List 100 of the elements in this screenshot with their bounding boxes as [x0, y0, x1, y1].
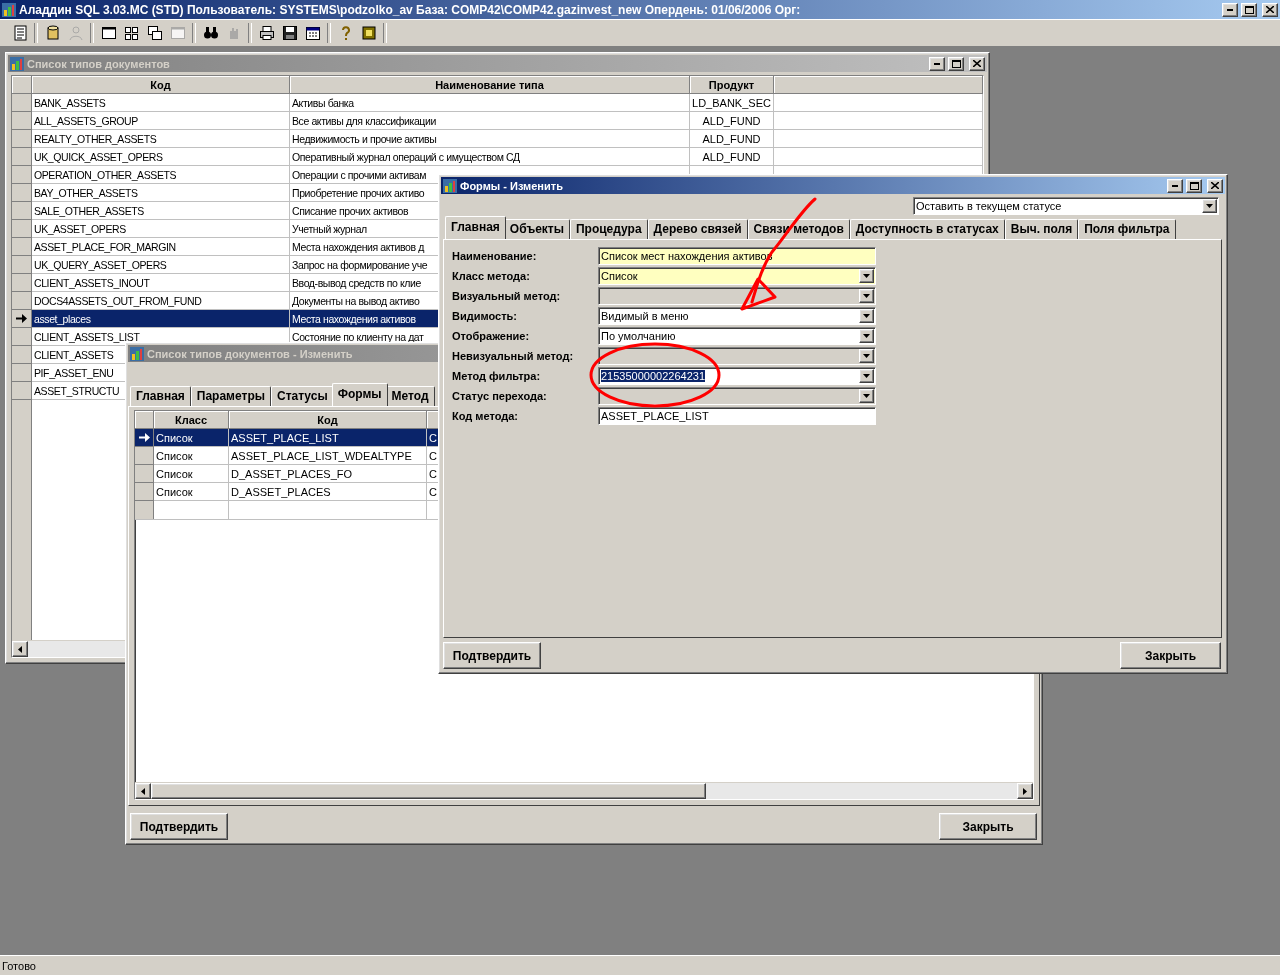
- minimize-button[interactable]: [929, 56, 945, 71]
- maximize-icon: [1189, 181, 1199, 190]
- app-icon: [443, 178, 457, 193]
- tab[interactable]: Дерево связей: [647, 219, 748, 239]
- close-button[interactable]: [969, 56, 985, 71]
- column-header[interactable]: Продукт: [690, 76, 774, 94]
- table-cell[interactable]: Список: [154, 465, 229, 483]
- table-cell[interactable]: BAY_OTHER_ASSETS: [32, 184, 290, 202]
- tab[interactable]: Параметры: [190, 386, 271, 406]
- exit-door-icon: [360, 25, 377, 41]
- window-icon: [169, 25, 186, 41]
- text-field[interactable]: ASSET_PLACE_LIST: [598, 407, 876, 425]
- dropdown-button[interactable]: [859, 329, 874, 343]
- caret-icon: [863, 274, 870, 278]
- dropdown-field[interactable]: Видимый в меню: [598, 307, 876, 325]
- table-cell: Оперативный журнал операций с имуществом СД: [290, 148, 690, 166]
- dropdown-button[interactable]: [1202, 199, 1217, 213]
- field-value: Видимый в меню: [601, 310, 689, 322]
- tab[interactable]: Связи методов: [747, 219, 850, 239]
- tab[interactable]: Процедура: [569, 219, 648, 239]
- tab[interactable]: Метод: [385, 386, 435, 406]
- field-label: Статус перехода:: [452, 390, 548, 402]
- dropdown-button[interactable]: [859, 269, 874, 283]
- table-cell[interactable]: ASSET_PLACE_FOR_MARGIN: [32, 238, 290, 256]
- tab[interactable]: Объекты: [503, 219, 570, 239]
- close-button[interactable]: [1262, 2, 1278, 17]
- close-dialog-button[interactable]: Закрыть: [939, 813, 1037, 840]
- table-cell[interactable]: REALTY_OTHER_ASSETS: [32, 130, 290, 148]
- table-cell: ALD_FUND: [690, 130, 774, 148]
- table-cell: Все активы для классификации: [290, 112, 690, 130]
- close-icon: [1211, 182, 1219, 189]
- table-cell[interactable]: SALE_OTHER_ASSETS: [32, 202, 290, 220]
- scroll-left-button[interactable]: [12, 641, 28, 657]
- scroll-left-button[interactable]: [135, 783, 151, 799]
- horizontal-scrollbar[interactable]: [135, 782, 1033, 799]
- table-cell[interactable]: Список: [154, 429, 229, 447]
- close-button[interactable]: [1207, 178, 1223, 193]
- table-cell: ASSET_PLACE_LIST_WDEALTYPE: [229, 447, 427, 465]
- maximize-button[interactable]: [948, 56, 964, 71]
- tab[interactable]: Главная: [445, 216, 506, 239]
- table-cell[interactable]: ALL_ASSETS_GROUP: [32, 112, 290, 130]
- field-label: Отображение:: [452, 330, 531, 342]
- left-arrow-icon: [18, 645, 22, 653]
- maximize-button[interactable]: [1241, 2, 1257, 17]
- field-label: Невизуальный метод:: [452, 350, 575, 362]
- tab[interactable]: Выч. поля: [1004, 219, 1079, 239]
- caret-icon: [863, 334, 870, 338]
- column-header[interactable]: Наименование типа: [290, 76, 690, 94]
- table-cell[interactable]: asset_places: [32, 310, 290, 328]
- column-header[interactable]: Код: [32, 76, 290, 94]
- arrow-right-icon: [16, 314, 27, 323]
- column-header[interactable]: Код: [229, 411, 427, 429]
- table-cell[interactable]: Список: [154, 447, 229, 465]
- tile-windows-icon: [123, 25, 140, 41]
- scroll-right-button[interactable]: [1017, 783, 1033, 799]
- table-cell[interactable]: Список: [154, 483, 229, 501]
- dropdown-button[interactable]: [859, 369, 874, 383]
- minimize-icon: [1172, 184, 1178, 187]
- table-cell: D_ASSET_PLACES: [229, 483, 427, 501]
- table-cell: LD_BANK_SEC: [690, 94, 774, 112]
- minimize-button[interactable]: [1167, 178, 1183, 193]
- tab[interactable]: Главная: [130, 386, 191, 406]
- tab[interactable]: Доступность в статусах: [849, 219, 1005, 239]
- close-dialog-button[interactable]: Закрыть: [1120, 642, 1221, 669]
- table-cell[interactable]: CLIENT_ASSETS_INOUT: [32, 274, 290, 292]
- window-title: Список типов документов: [27, 57, 170, 70]
- dropdown-button[interactable]: [859, 309, 874, 323]
- table-cell[interactable]: UK_QUICK_ASSET_OPERS: [32, 148, 290, 166]
- dropdown-field[interactable]: По умолчанию: [598, 327, 876, 345]
- minimize-icon: [1227, 8, 1233, 11]
- table-cell[interactable]: UK_ASSET_OPERS: [32, 220, 290, 238]
- caret-icon: [863, 294, 870, 298]
- confirm-button[interactable]: Подтвердить: [443, 642, 541, 669]
- field-label: Видимость:: [452, 310, 518, 322]
- field-label: Визуальный метод:: [452, 290, 562, 302]
- scrollbar-thumb[interactable]: [151, 783, 706, 799]
- confirm-button[interactable]: Подтвердить: [130, 813, 228, 840]
- tab[interactable]: Поля фильтра: [1078, 219, 1176, 239]
- arrow-right-icon: [138, 433, 150, 442]
- dropdown-field[interactable]: 21535000002264231: [598, 367, 876, 385]
- status-dropdown[interactable]: Оставить в текущем статусе: [913, 197, 1219, 215]
- table-cell: ALD_FUND: [690, 112, 774, 130]
- minimize-button[interactable]: [1222, 2, 1238, 17]
- maximize-button[interactable]: [1186, 178, 1202, 193]
- document-list-icon: [11, 25, 28, 41]
- dropdown-field[interactable]: Список: [598, 267, 876, 285]
- minimize-icon: [934, 62, 940, 65]
- tab[interactable]: Статусы: [270, 386, 334, 406]
- column-header[interactable]: Класс: [154, 411, 229, 429]
- maximize-icon: [951, 59, 961, 68]
- status-text: Готово: [2, 959, 36, 972]
- table-cell[interactable]: BANK_ASSETS: [32, 94, 290, 112]
- table-cell[interactable]: UK_QUERY_ASSET_OPERS: [32, 256, 290, 274]
- field-value: По умолчанию: [601, 330, 676, 342]
- caret-icon: [863, 394, 870, 398]
- table-cell[interactable]: OPERATION_OTHER_ASSETS: [32, 166, 290, 184]
- field-label: Метод фильтра:: [452, 370, 542, 382]
- tab[interactable]: Формы: [331, 383, 388, 406]
- field-value: Оставить в текущем статусе: [916, 200, 1062, 212]
- close-icon: [1266, 6, 1274, 13]
